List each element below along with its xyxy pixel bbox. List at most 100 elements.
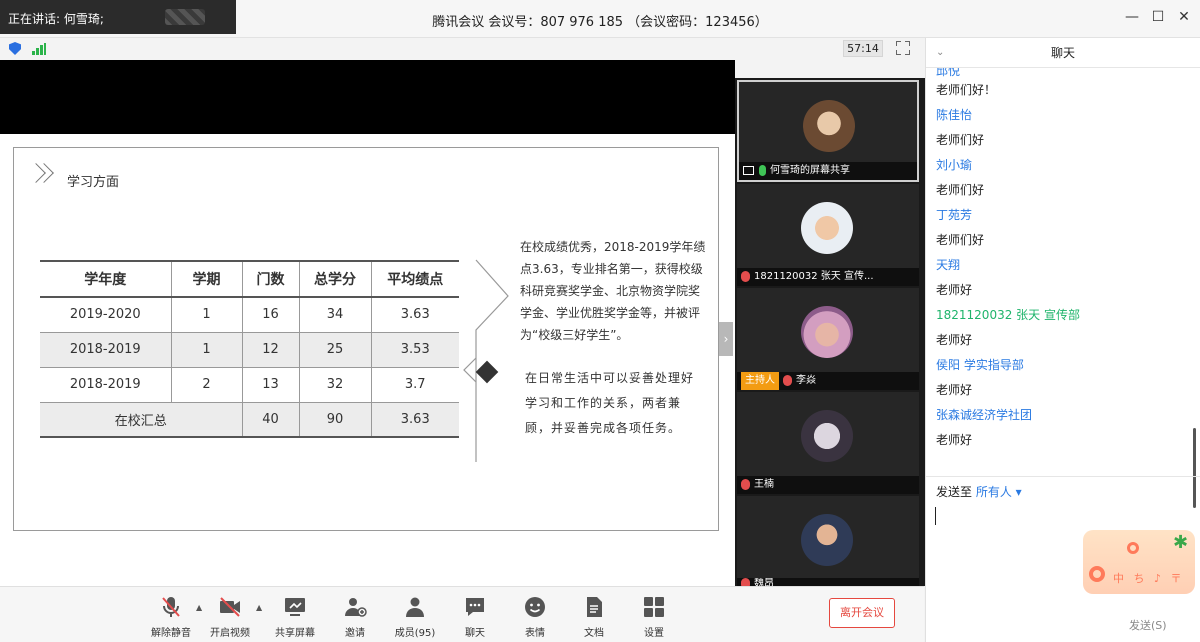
video-off-icon (220, 597, 240, 617)
summary-label: 在校汇总 (40, 402, 242, 438)
avatar (803, 100, 855, 152)
video-tile[interactable]: 王楠 (737, 392, 919, 494)
emoji-button[interactable]: 表情 (507, 595, 563, 639)
table-row: 2018-2019 1 12 25 3.53 (40, 332, 459, 368)
blurred-logo (165, 9, 205, 25)
video-strip: 何雪琦的屏幕共享 1821120032 张天 宣传... 主持人 李焱 王楠 魏昂 (735, 78, 925, 586)
screen-share-icon (743, 165, 754, 175)
chat-text: 老师们好 (936, 233, 985, 247)
table-cell: 32 (298, 367, 371, 403)
mic-on-icon (759, 164, 766, 176)
table-row: 2018-2019 2 13 32 3.7 (40, 367, 459, 403)
speaking-indicator: 正在讲话: 何雪琦; (0, 0, 236, 34)
text-cursor (935, 507, 936, 525)
info-bar: 57:14 (0, 38, 924, 60)
chat-message: 1821120032 张天 宣传部 老师好 (936, 303, 1200, 353)
participant-name: 魏昂 (754, 578, 774, 586)
next-page-arrow[interactable]: › (719, 322, 733, 356)
unmute-label: 解除静音 (151, 628, 191, 639)
table-row: 2019-2020 1 16 34 3.63 (40, 297, 459, 333)
unmute-button[interactable]: 解除静音 (143, 595, 199, 639)
chat-text: 老师们好 (936, 133, 985, 147)
achievement-paragraph: 在校成绩优秀，2018-2019学年绩点3.63，专业排名第一，获得校级科研竞赛… (520, 240, 706, 342)
video-tile[interactable]: 何雪琦的屏幕共享 (737, 80, 919, 182)
table-cell: 2018-2019 (40, 332, 171, 368)
signal-strength-icon[interactable] (32, 43, 46, 55)
video-tile[interactable]: 魏昂 (737, 496, 919, 586)
send-to-label: 发送至 (936, 485, 973, 499)
chat-message: 刘小瑜 老师们好 (936, 153, 1200, 203)
start-video-button[interactable]: 开启视频 (202, 595, 258, 639)
emoji-label: 表情 (525, 628, 545, 639)
maximize-icon[interactable]: ☐ (1148, 9, 1168, 25)
chat-button[interactable]: 聊天 (447, 595, 503, 639)
table-cell: 16 (241, 297, 299, 333)
chat-text: 老师好 (936, 383, 973, 397)
share-screen-button[interactable]: 共享屏幕 (267, 595, 323, 639)
chat-sender[interactable]: 天翔 (936, 253, 1200, 278)
summer-sticker-image: ✱ 中 ち ♪ 〒 (1083, 530, 1195, 594)
presentation-slide: 学习方面 学年度 学期 门数 总学分 平均绩点 2019-2020 1 16 3… (0, 134, 735, 604)
header-gpa: 平均绩点 (370, 260, 459, 298)
table-cell: 34 (298, 297, 371, 333)
chat-message-list[interactable]: 邱悦 老师们好！ 陈佳怡 老师们好 刘小瑜 老师们好 丁苑芳 老师们好 天翔 老… (926, 68, 1200, 510)
avatar (801, 306, 853, 358)
chat-divider (926, 476, 1200, 477)
close-icon[interactable]: ✕ (1174, 9, 1194, 25)
header-term: 学期 (170, 260, 242, 298)
video-tile[interactable]: 主持人 李焱 (737, 288, 919, 390)
participant-name: 李焱 (796, 375, 816, 386)
chat-sender[interactable]: 丁苑芳 (936, 203, 1200, 228)
avatar (801, 410, 853, 462)
members-button[interactable]: 成员(95) (387, 595, 443, 639)
table-cell: 25 (298, 332, 371, 368)
video-tile[interactable]: 1821120032 张天 宣传... (737, 184, 919, 286)
chat-sender[interactable]: 侯阳 学实指导部 (936, 353, 1200, 378)
participant-name: 1821120032 张天 宣传... (754, 271, 874, 282)
invite-button[interactable]: 邀请 (327, 595, 383, 639)
invite-label: 邀请 (345, 628, 365, 639)
swim-ring-icon (1089, 566, 1105, 582)
chat-sender[interactable]: 陈佳怡 (936, 103, 1200, 128)
chat-sender[interactable]: 1821120032 张天 宣传部 (936, 303, 1200, 328)
members-label: 成员(95) (394, 628, 436, 639)
settings-button[interactable]: 设置 (626, 595, 682, 639)
invite-icon (345, 598, 367, 617)
chat-message: 丁苑芳 老师们好 (936, 203, 1200, 253)
mic-muted-icon (741, 478, 750, 490)
documents-button[interactable]: 文档 (566, 595, 622, 639)
leave-meeting-button[interactable]: 离开会议 (829, 598, 895, 628)
chat-sender[interactable]: 刘小瑜 (936, 153, 1200, 178)
chat-message: 张森诚经济学社团 老师好 (936, 403, 1200, 453)
settings-grid-icon (644, 597, 664, 617)
minimize-icon[interactable]: — (1122, 9, 1142, 25)
sticker-text: 中 ち ♪ 〒 (1113, 572, 1185, 585)
section-title: 学习方面 (67, 175, 120, 190)
chat-text: 老师们好 (936, 183, 985, 197)
table-cell: 2018-2019 (40, 367, 171, 403)
video-options-caret[interactable]: ▲ (256, 603, 262, 612)
send-button[interactable]: 发送(S) (1129, 617, 1167, 633)
shared-screen: 学习方面 学年度 学期 门数 总学分 平均绩点 2019-2020 1 16 3… (0, 60, 735, 604)
callout-bracket (463, 259, 509, 462)
mic-muted-icon (741, 270, 750, 282)
fullscreen-icon[interactable] (896, 41, 910, 55)
swim-ring-icon (1127, 542, 1139, 554)
speaking-text: 正在讲话: 何雪琦; (8, 12, 104, 26)
chat-text: 老师好 (936, 333, 973, 347)
table-cell: 3.53 (370, 332, 459, 368)
video-tile-label: 何雪琦的屏幕共享 (739, 162, 917, 180)
table-cell: 12 (241, 332, 299, 368)
grades-table: 学年度 学期 门数 总学分 平均绩点 2019-2020 1 16 34 3.6… (40, 260, 459, 438)
collapse-chevron-icon[interactable]: ⌄ (936, 38, 944, 68)
avatar (801, 202, 853, 254)
security-shield-icon[interactable] (9, 42, 21, 55)
video-tile-label: 王楠 (737, 476, 919, 494)
settings-label: 设置 (644, 628, 664, 639)
chat-sender[interactable]: 张森诚经济学社团 (936, 403, 1200, 428)
mic-muted-icon (162, 597, 180, 617)
host-badge: 主持人 (741, 372, 779, 390)
video-tile-label: 主持人 李焱 (737, 372, 919, 390)
send-to-recipient-dropdown[interactable]: 所有人 ▾ (976, 485, 1022, 499)
chat-scrollbar[interactable] (1193, 428, 1196, 508)
